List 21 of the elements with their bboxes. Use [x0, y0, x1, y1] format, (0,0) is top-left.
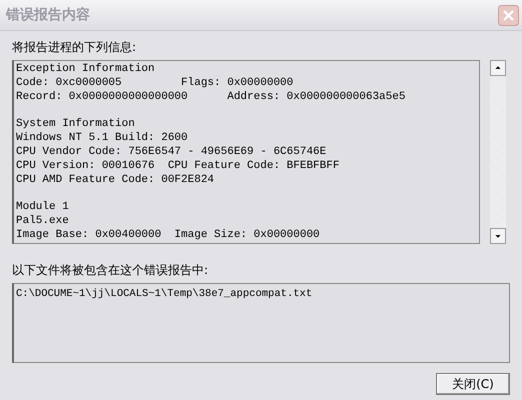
report-line: CPU AMD Feature Code: 00F2E824	[16, 173, 214, 187]
report-line: System Information	[16, 117, 135, 131]
report-line: Module 1	[16, 200, 69, 214]
scroll-up-icon[interactable]	[490, 60, 506, 76]
window-title: 错误报告内容	[6, 6, 90, 24]
report-line: Pal5.exe	[16, 214, 69, 228]
files-list[interactable]: C:\DOCUME~1\jj\LOCALS~1\Temp\38e7_appcompat.txt	[12, 283, 510, 363]
scroll-down-icon[interactable]	[490, 228, 506, 244]
files-label: 以下文件将被包含在这个错误报告中:	[12, 262, 208, 279]
report-line: CPU Version: 00010676 CPU Feature Code: BFEBFBFF	[16, 159, 340, 173]
report-line: CPU Vendor Code: 756E6547 - 49656E69 - 6C65746E	[16, 145, 326, 159]
report-label: 将报告进程的下列信息:	[12, 39, 136, 56]
report-line: Image Base: 0x00400000 Image Size: 0x00000000	[16, 228, 320, 242]
report-line: Windows NT 5.1 Build: 2600	[16, 131, 188, 145]
file-path: C:\DOCUME~1\jj\LOCALS~1\Temp\38e7_appcompat.txt	[16, 288, 312, 300]
report-line: Exception Information	[16, 62, 155, 76]
close-button[interactable]: 关闭(C)	[436, 373, 510, 395]
report-text-area[interactable]	[12, 60, 480, 244]
scrollbar[interactable]	[490, 60, 506, 244]
report-line: Record: 0x0000000000000000 Address: 0x000000000063a5e5	[16, 90, 406, 104]
report-line: Code: 0xc0000005 Flags: 0x00000000	[16, 76, 294, 90]
